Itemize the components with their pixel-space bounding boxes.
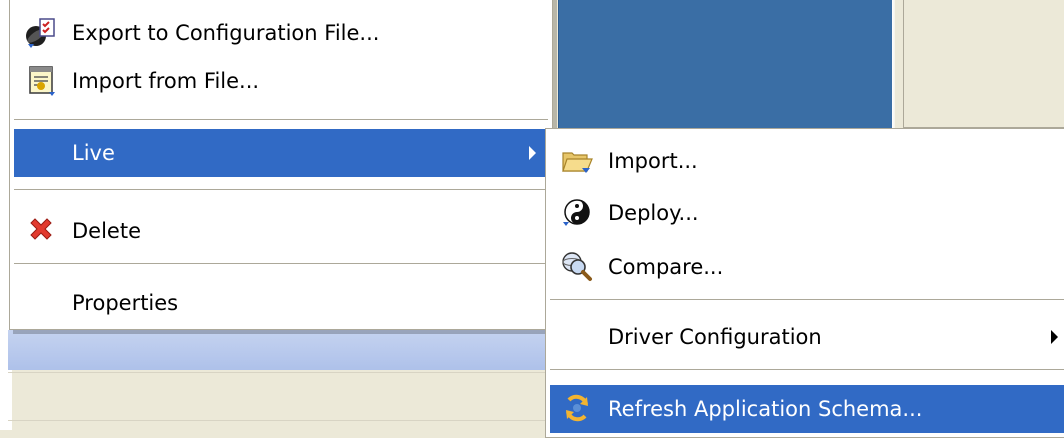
submenu-item-import[interactable]: Import... — [550, 137, 1064, 185]
panel-divider-vertical — [903, 0, 904, 128]
menu-separator — [14, 119, 548, 120]
menu-separator — [550, 369, 1064, 370]
menu-item-label: Import... — [608, 149, 698, 173]
menu-item-label: Delete — [72, 219, 141, 243]
menu-separator — [14, 189, 548, 190]
menu-item-properties[interactable]: Properties — [14, 279, 548, 327]
menu-item-label: Refresh Application Schema... — [608, 397, 923, 421]
menu-item-delete[interactable]: Delete — [14, 207, 548, 255]
menu-item-label: Export to Configuration File... — [72, 21, 380, 45]
menu-separator — [550, 299, 1064, 300]
menu-item-live[interactable]: Live — [14, 129, 548, 177]
folder-open-icon — [562, 152, 593, 173]
menu-item-label: Compare... — [608, 255, 724, 279]
menu-item-label: Live — [72, 141, 115, 165]
submenu-arrow-icon — [529, 146, 536, 160]
menu-item-export-config[interactable]: Export to Configuration File... — [14, 9, 548, 57]
menu-item-import-file[interactable]: Import from File... — [14, 57, 548, 105]
submenu-item-deploy[interactable]: Deploy... — [550, 189, 1064, 237]
refresh-icon — [566, 394, 588, 422]
submenu-item-driver-configuration[interactable]: Driver Configuration — [550, 313, 1064, 361]
context-menu: Export to Configuration File... Import f… — [9, 0, 553, 330]
background-blue-panel — [558, 0, 896, 140]
background-row-line — [8, 372, 553, 373]
export-config-icon — [26, 18, 55, 48]
menu-item-label: Driver Configuration — [608, 325, 822, 349]
live-submenu: Import... Deploy... Compare... Driver Co… — [545, 128, 1064, 438]
background-selected-row — [8, 330, 553, 370]
import-file-icon — [29, 66, 55, 96]
menu-item-label: Import from File... — [72, 69, 260, 93]
submenu-item-refresh-schema[interactable]: Refresh Application Schema... — [550, 385, 1064, 433]
menu-item-label: Deploy... — [608, 201, 699, 225]
menu-separator — [14, 263, 548, 264]
menu-item-label: Properties — [72, 291, 179, 315]
compare-icon — [562, 252, 592, 281]
submenu-arrow-icon — [1051, 330, 1058, 344]
deploy-icon — [563, 199, 590, 226]
background-row-line — [8, 420, 553, 421]
submenu-item-compare[interactable]: Compare... — [550, 243, 1064, 291]
delete-icon — [30, 218, 52, 240]
background-right-panel — [895, 0, 1064, 128]
